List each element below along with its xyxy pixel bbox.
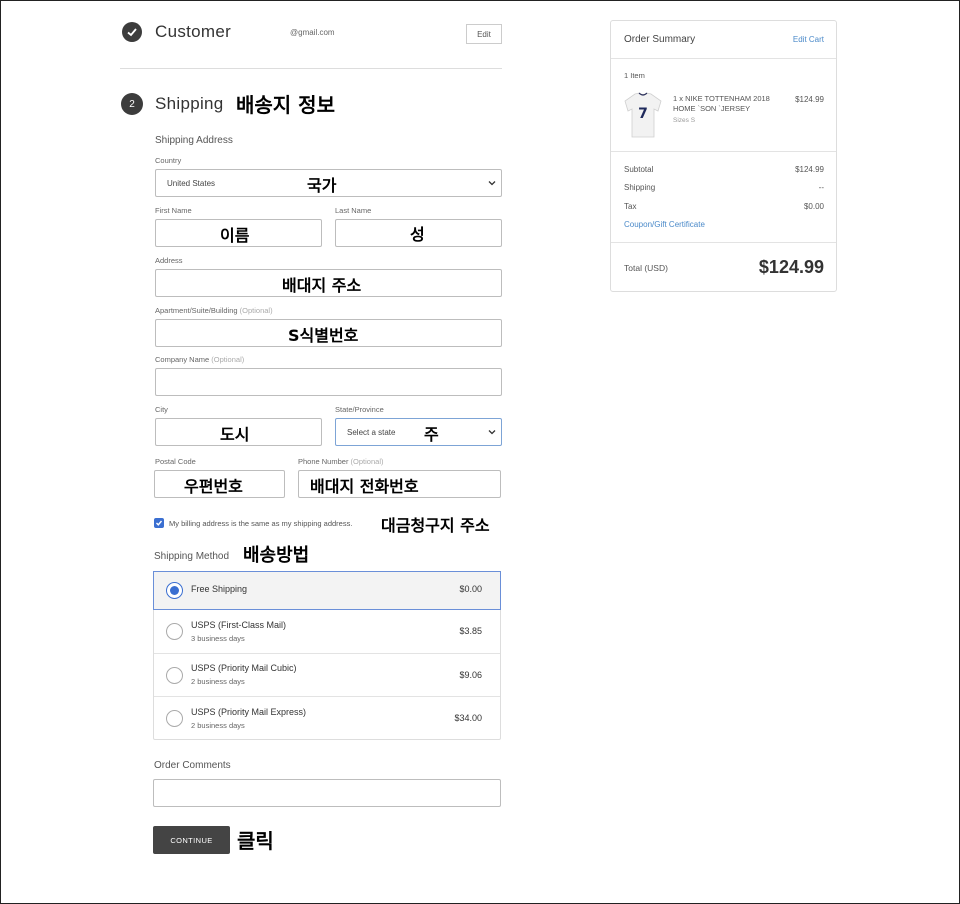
shipping-option-price: $9.06: [459, 670, 482, 680]
phone-note: 배대지 전화번호: [310, 477, 419, 496]
shipping-option-free[interactable]: Free Shipping $0.00: [153, 571, 501, 610]
divider: [611, 242, 836, 243]
postal-label: Postal Code: [155, 457, 196, 466]
edit-cart-link[interactable]: Edit Cart: [793, 35, 824, 44]
last-name-label: Last Name: [335, 206, 372, 215]
shipping-option-name: USPS (First-Class Mail): [191, 620, 287, 630]
radio-selected[interactable]: [166, 582, 183, 599]
jersey-image-icon: 7: [624, 92, 662, 138]
jersey-number: 7: [638, 106, 648, 122]
product-name-line2: HOME `SON `JERSEY: [673, 104, 751, 113]
continue-button[interactable]: CONTINUE: [153, 826, 230, 854]
product-size: Sizes S: [673, 117, 696, 124]
state-select[interactable]: Select a state: [335, 418, 502, 446]
last-name-note: 성: [410, 225, 425, 244]
divider: [120, 68, 502, 69]
order-summary-panel: Order Summary Edit Cart 1 Item 7 1 x NIK…: [610, 20, 837, 292]
shipping-option-price: $34.00: [454, 713, 482, 723]
city-label: City: [155, 405, 168, 414]
tax-label: Tax: [624, 202, 637, 211]
state-note: 주: [424, 425, 439, 444]
postal-note: 우편번호: [184, 477, 243, 496]
radio-button[interactable]: [166, 710, 183, 727]
shipping-option-eta: 2 business days: [191, 677, 245, 686]
first-name-note: 이름: [220, 226, 250, 245]
phone-label: Phone Number (Optional): [298, 457, 383, 466]
item-count: 1 Item: [624, 71, 645, 80]
step-complete-icon: [122, 22, 142, 42]
shipping-step-title: Shipping: [155, 94, 224, 113]
state-select-value: Select a state: [347, 428, 396, 437]
billing-note: 대금청구지 주소: [381, 516, 490, 535]
coupon-link[interactable]: Coupon/Gift Certificate: [624, 220, 705, 229]
edit-customer-button[interactable]: Edit: [466, 24, 502, 44]
billing-same-label: My billing address is the same as my shi…: [169, 519, 353, 528]
apartment-label: Apartment/Suite/Building (Optional): [155, 306, 273, 315]
product-price: $124.99: [795, 95, 824, 104]
first-name-label: First Name: [155, 206, 192, 215]
country-select-value: United States: [167, 179, 216, 188]
total-label: Total (USD): [624, 263, 668, 273]
product-name-line1: 1 x NIKE TOTTENHAM 2018: [673, 94, 770, 103]
shipping-option-priority-express[interactable]: USPS (Priority Mail Express) 2 business …: [154, 697, 500, 740]
subtotal-label: Subtotal: [624, 165, 654, 174]
order-summary-title: Order Summary: [624, 34, 696, 45]
address-note: 배대지 주소: [282, 276, 362, 295]
shipping-option-name: Free Shipping: [191, 584, 248, 594]
state-label: State/Province: [335, 405, 384, 414]
shipping-title-note: 배송지 정보: [236, 93, 335, 117]
company-label: Company Name (Optional): [155, 355, 244, 364]
product-thumbnail: 7: [623, 91, 663, 139]
billing-same-checkbox[interactable]: [154, 518, 164, 528]
company-label-text: Company Name: [155, 355, 210, 364]
optional-tag: (Optional): [350, 457, 384, 466]
shipping-option-priority-cubic[interactable]: USPS (Priority Mail Cubic) 2 business da…: [154, 654, 500, 697]
shipping-method-heading: Shipping Method: [154, 551, 230, 562]
address-label: Address: [155, 256, 183, 265]
apartment-label-text: Apartment/Suite/Building: [155, 306, 238, 315]
shipping-label: Shipping: [624, 183, 656, 192]
continue-note: 클릭: [237, 829, 274, 853]
radio-button[interactable]: [166, 623, 183, 640]
shipping-option-eta: 3 business days: [191, 634, 245, 643]
city-note: 도시: [220, 425, 250, 444]
product-name: 1 x NIKE TOTTENHAM 2018 HOME `SON `JERSE…: [673, 94, 770, 114]
order-comments-input[interactable]: [153, 779, 501, 807]
shipping-option-name: USPS (Priority Mail Cubic): [191, 663, 297, 673]
shipping-option-price: $3.85: [459, 626, 482, 636]
customer-step-title: Customer: [155, 22, 232, 41]
total-value: $124.99: [758, 257, 824, 277]
apartment-note: S식별번호: [288, 326, 359, 345]
checkmark-icon: [156, 520, 163, 526]
shipping-option-first-class[interactable]: USPS (First-Class Mail) 3 business days …: [154, 610, 500, 654]
customer-email: @gmail.com: [290, 28, 335, 37]
subtotal-value: $124.99: [795, 165, 824, 174]
order-comments-label: Order Comments: [154, 760, 231, 771]
shipping-method-list: Free Shipping $0.00 USPS (First-Class Ma…: [153, 571, 501, 740]
optional-tag: (Optional): [239, 306, 273, 315]
shipping-value: --: [818, 183, 824, 192]
shipping-option-eta: 2 business days: [191, 721, 245, 730]
divider: [611, 151, 836, 152]
country-label: Country: [155, 156, 182, 165]
chevron-down-icon: [488, 430, 496, 435]
chevron-down-icon: [488, 181, 496, 186]
shipping-option-price: $0.00: [459, 584, 482, 594]
shipping-option-name: USPS (Priority Mail Express): [191, 707, 307, 717]
company-input[interactable]: [155, 368, 502, 396]
step-number-badge: 2: [121, 93, 143, 115]
phone-label-text: Phone Number: [298, 457, 349, 466]
tax-value: $0.00: [803, 202, 824, 211]
shipping-address-heading: Shipping Address: [155, 135, 233, 146]
divider: [611, 58, 836, 59]
shipping-method-note: 배송방법: [243, 545, 310, 566]
country-note: 국가: [307, 176, 337, 195]
optional-tag: (Optional): [211, 355, 245, 364]
radio-button[interactable]: [166, 667, 183, 684]
